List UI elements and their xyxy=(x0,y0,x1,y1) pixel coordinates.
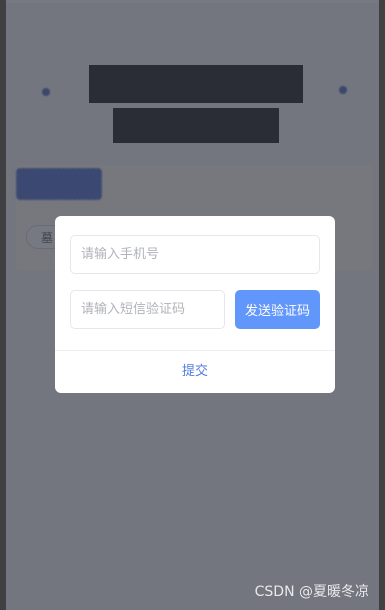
verification-dialog: 发送验证码 提交 xyxy=(55,216,335,393)
submit-button[interactable]: 提交 xyxy=(55,351,335,393)
watermark: CSDN @夏暖冬凉 xyxy=(254,584,369,600)
phone-input[interactable] xyxy=(70,235,320,274)
sms-code-input[interactable] xyxy=(70,290,225,329)
send-code-button[interactable]: 发送验证码 xyxy=(235,290,320,329)
